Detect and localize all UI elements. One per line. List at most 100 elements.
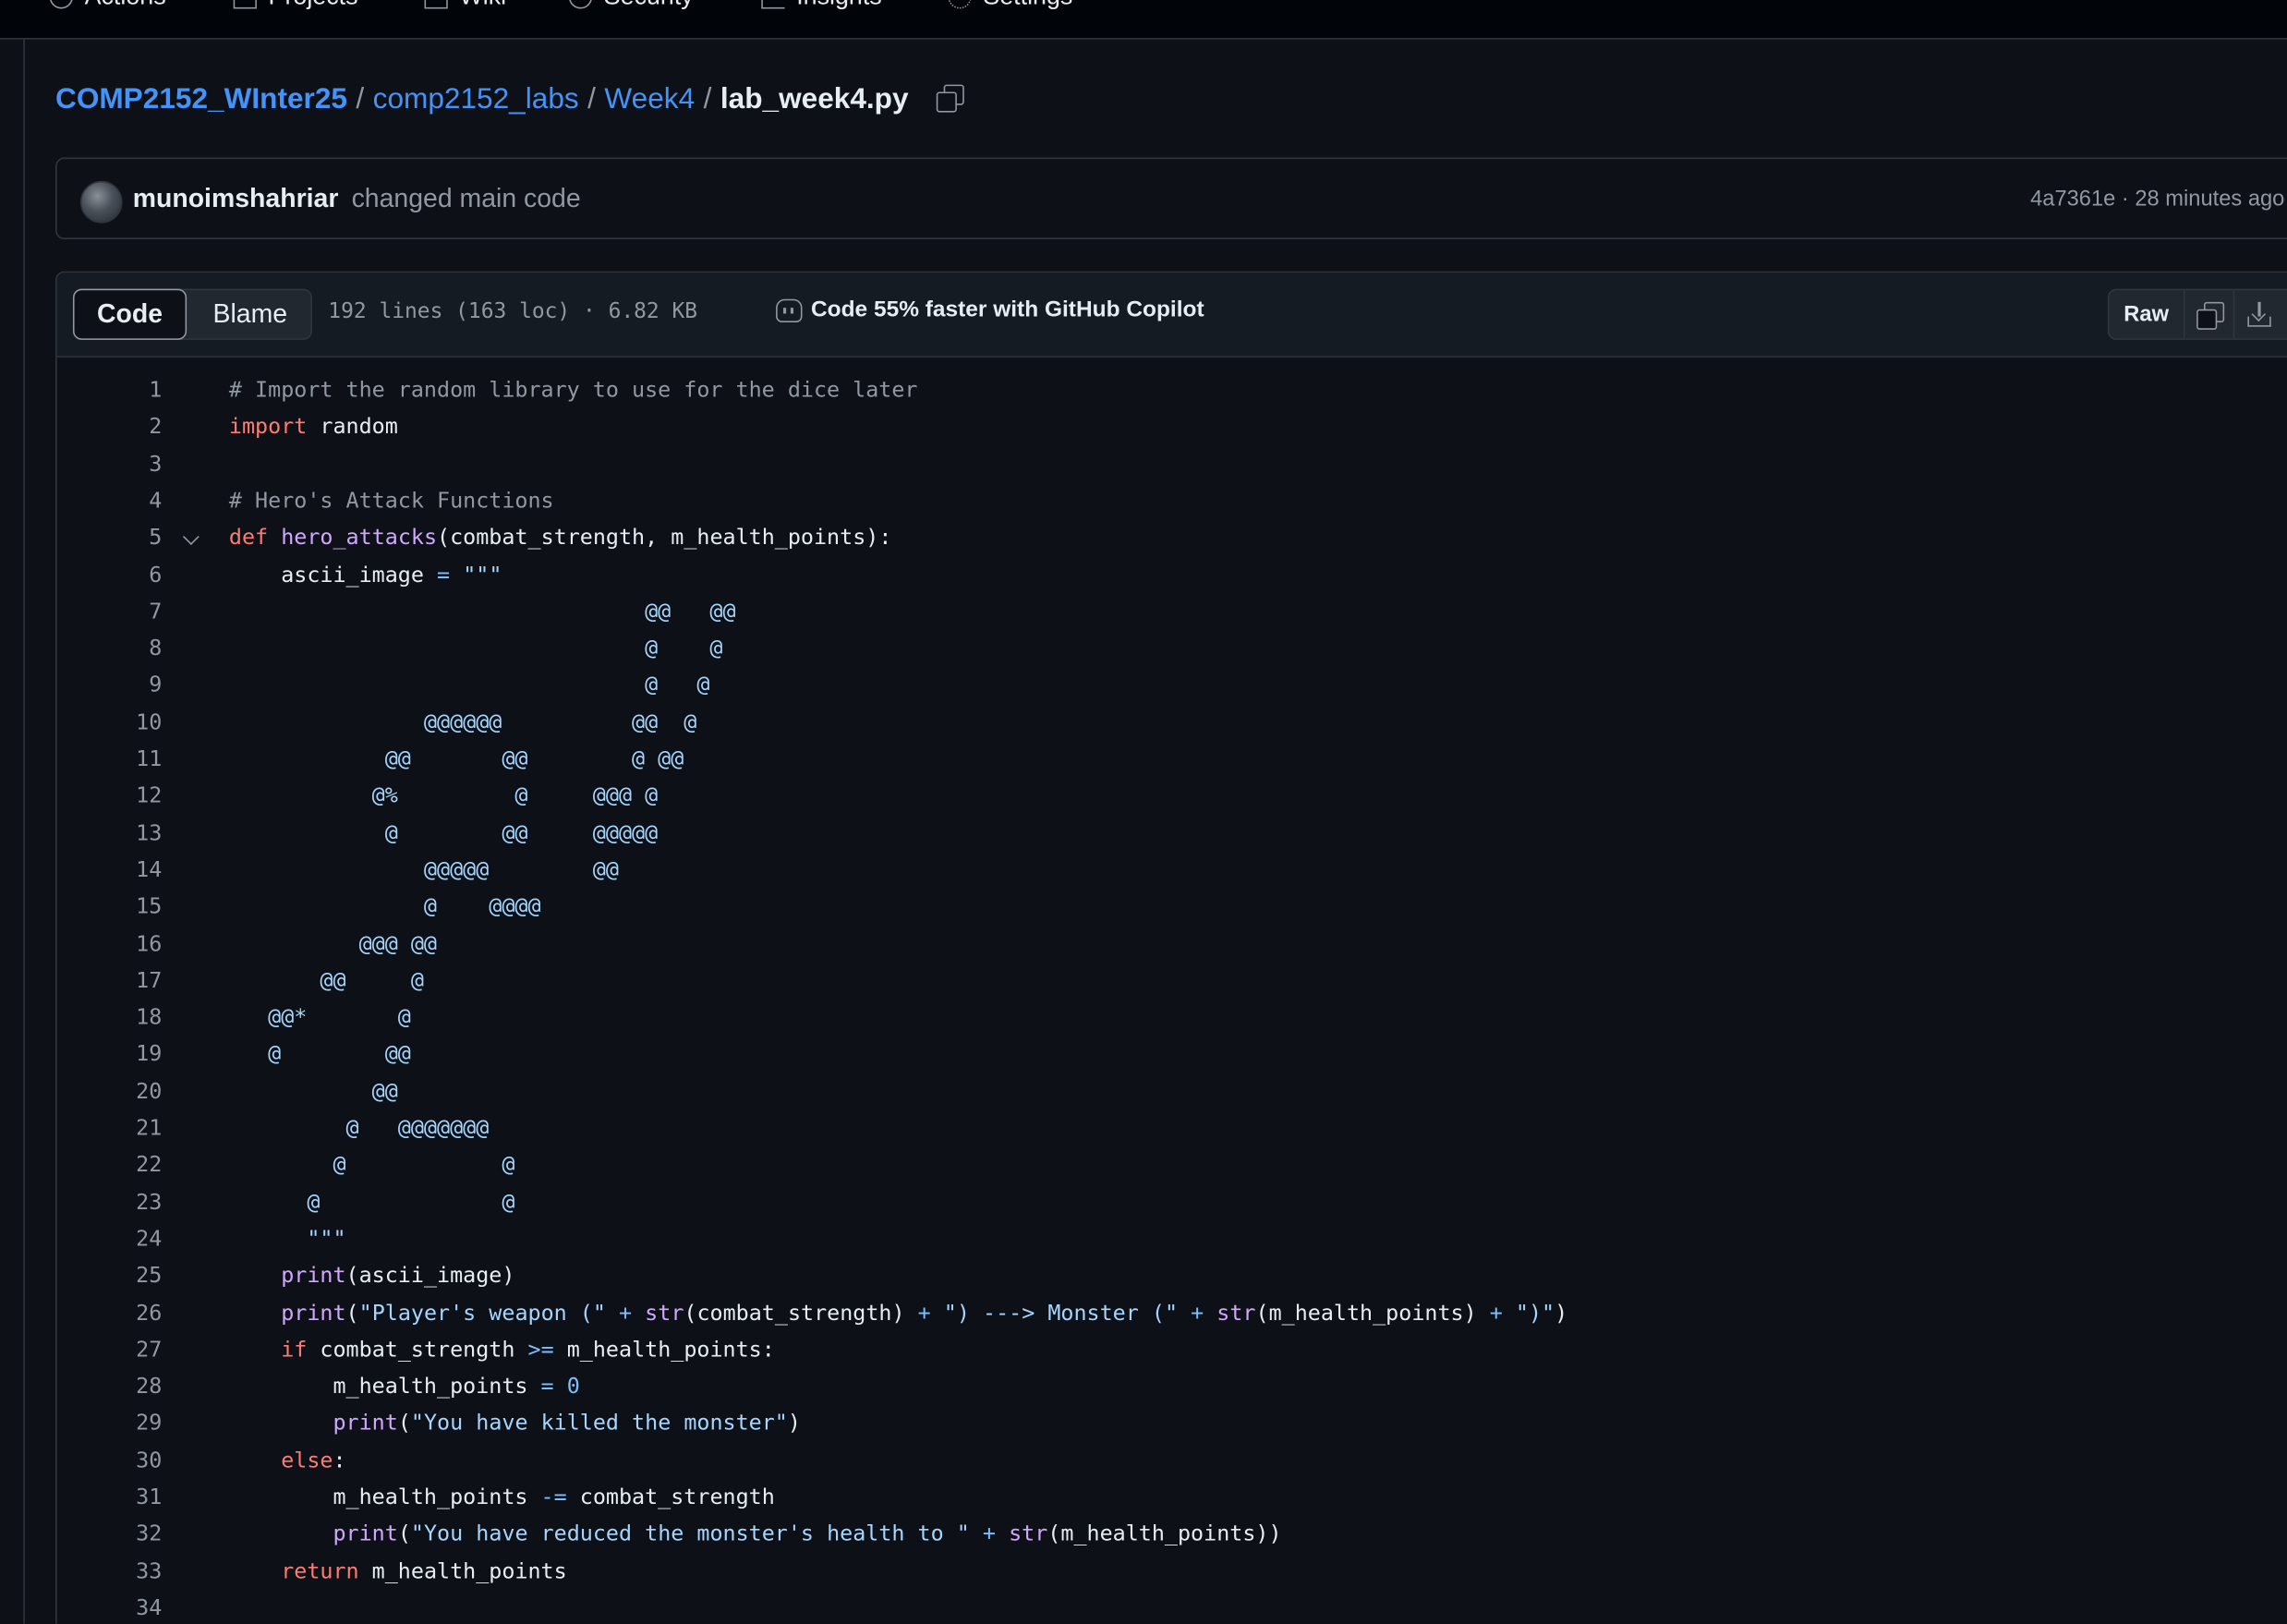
line-number[interactable]: 21 <box>75 1116 162 1141</box>
breadcrumb: COMP2152_WInter25 / comp2152_labs / Week… <box>55 79 967 119</box>
code-text: m_health_points = 0 <box>228 1374 580 1400</box>
code-line: 20 @@ <box>57 1074 2287 1111</box>
commit-meta[interactable]: 4a7361e · 28 minutes ago <box>2030 187 2284 212</box>
code-line: 7 @@ @@ <box>57 595 2287 632</box>
copy-path-icon[interactable] <box>935 83 967 115</box>
line-number[interactable]: 1 <box>75 378 162 403</box>
line-number[interactable]: 3 <box>75 452 162 477</box>
nav-item-security[interactable]: Security <box>568 0 694 15</box>
line-number[interactable]: 24 <box>75 1227 162 1252</box>
line-number[interactable]: 20 <box>75 1079 162 1104</box>
code-line: 13 @ @@ @@@@@ <box>57 817 2287 854</box>
avatar[interactable] <box>79 180 123 224</box>
nav-item-wiki[interactable]: Wiki <box>424 0 506 15</box>
code-text: @@* @ <box>228 1005 411 1030</box>
breadcrumb-folder-link[interactable]: Week4 <box>604 82 695 115</box>
book-icon <box>424 0 448 9</box>
line-number[interactable]: 10 <box>75 710 162 735</box>
sidebar-divider <box>23 39 25 1624</box>
line-number[interactable]: 15 <box>75 894 162 919</box>
line-number[interactable]: 4 <box>75 489 162 514</box>
repo-nav-bar: Actions Projects Wiki Security Insights … <box>0 0 2287 40</box>
line-number[interactable]: 33 <box>75 1558 162 1583</box>
code-line: 25 print(ascii_image) <box>57 1259 2287 1296</box>
code-line: 18 @@* @ <box>57 1000 2287 1037</box>
line-number[interactable]: 2 <box>75 415 162 440</box>
line-number[interactable]: 22 <box>75 1153 162 1178</box>
code-line: 14 @@@@@ @@ <box>57 854 2287 891</box>
copilot-promo-label: Code 55% faster with GitHub Copilot <box>810 297 1204 322</box>
code-line: 16 @@@ @@ <box>57 927 2287 964</box>
github-file-view: Actions Projects Wiki Security Insights … <box>0 0 2287 1624</box>
code-line: 9 @ @ <box>57 669 2287 706</box>
line-number[interactable]: 17 <box>75 968 162 993</box>
line-number[interactable]: 9 <box>75 673 162 698</box>
code-text: m_health_points -= combat_strength <box>228 1485 775 1510</box>
line-number[interactable]: 31 <box>75 1485 162 1510</box>
breadcrumb-owner-link[interactable]: COMP2152_WInter25 <box>55 82 347 115</box>
line-number[interactable]: 29 <box>75 1412 162 1436</box>
nav-item-projects[interactable]: Projects <box>233 0 358 15</box>
code-line: 28 m_health_points = 0 <box>57 1370 2287 1407</box>
view-toggle: Code Blame <box>72 288 312 340</box>
code-text: else: <box>281 1448 346 1473</box>
commit-author-link[interactable]: munoimshahriar <box>133 184 339 214</box>
line-number[interactable]: 14 <box>75 857 162 882</box>
copy-raw-button[interactable] <box>2184 290 2235 339</box>
code-text: @@@@@@ @@ @ <box>228 709 697 735</box>
code-text: @ @@@@@@@ <box>228 1116 490 1141</box>
code-text: @@ @ <box>228 968 424 994</box>
table-icon <box>233 0 257 9</box>
play-circle-icon <box>49 0 73 9</box>
line-number[interactable]: 11 <box>75 746 162 771</box>
line-number[interactable]: 5 <box>75 526 162 551</box>
code-line: 32 print("You have reduced the monster's… <box>57 1518 2287 1555</box>
line-number[interactable]: 26 <box>75 1301 162 1326</box>
download-raw-button[interactable] <box>2234 290 2284 338</box>
commit-message-link[interactable]: changed main code <box>352 184 581 214</box>
code-line: 17 @@ @ <box>57 963 2287 1000</box>
line-number[interactable]: 6 <box>75 563 162 588</box>
code-line: 12 @% @ @@@ @ <box>57 780 2287 817</box>
line-number[interactable]: 30 <box>75 1448 162 1473</box>
tab-code[interactable]: Code <box>72 288 188 340</box>
copilot-promo-link[interactable]: Code 55% faster with GitHub Copilot <box>776 297 1204 323</box>
chevron-down-icon[interactable] <box>182 528 200 546</box>
nav-item-settings[interactable]: Settings <box>948 0 1072 15</box>
code-line: 10 @@@@@@ @@ @ <box>57 706 2287 743</box>
code-line: 24 """ <box>57 1222 2287 1259</box>
raw-button[interactable]: Raw <box>2109 290 2185 339</box>
line-number[interactable]: 16 <box>75 931 162 956</box>
nav-item-actions[interactable]: Actions <box>49 0 166 15</box>
code-line: 33 return m_health_points <box>57 1555 2287 1592</box>
line-number[interactable]: 23 <box>75 1190 162 1215</box>
breadcrumb-separator: / <box>703 82 712 115</box>
line-number[interactable]: 8 <box>75 636 162 661</box>
code-line: 15 @ @@@@ <box>57 891 2287 927</box>
code-line: 31 m_health_points -= combat_strength <box>57 1481 2287 1518</box>
graph-icon <box>761 0 785 9</box>
line-number[interactable]: 12 <box>75 783 162 808</box>
line-number[interactable]: 25 <box>75 1264 162 1289</box>
line-number[interactable]: 18 <box>75 1005 162 1030</box>
code-text: @% @ @@@ @ <box>228 783 659 809</box>
line-number[interactable]: 32 <box>75 1521 162 1546</box>
breadcrumb-repo-link[interactable]: comp2152_labs <box>373 82 579 115</box>
line-number[interactable]: 34 <box>75 1595 162 1620</box>
file-viewer: Code Blame 192 lines (163 loc) · 6.82 KB… <box>55 271 2287 1624</box>
line-number[interactable]: 28 <box>75 1375 162 1400</box>
line-number[interactable]: 13 <box>75 820 162 845</box>
line-number[interactable]: 19 <box>75 1042 162 1067</box>
nav-item-label: Settings <box>983 0 1072 12</box>
breadcrumb-separator: / <box>587 82 596 115</box>
code-text: @@ @@ <box>228 599 736 624</box>
code-line: 5 def hero_attacks(combat_strength, m_hea… <box>57 521 2287 558</box>
line-number[interactable]: 7 <box>75 600 162 624</box>
tab-blame[interactable]: Blame <box>188 289 312 340</box>
nav-item-insights[interactable]: Insights <box>761 0 882 15</box>
code-text: @ @ <box>228 1189 515 1215</box>
code-text: # Import the random library to use for t… <box>228 377 918 403</box>
line-number[interactable]: 27 <box>75 1338 162 1363</box>
breadcrumb-file-name: lab_week4.py <box>720 82 909 115</box>
nav-item-label: Actions <box>85 0 166 12</box>
